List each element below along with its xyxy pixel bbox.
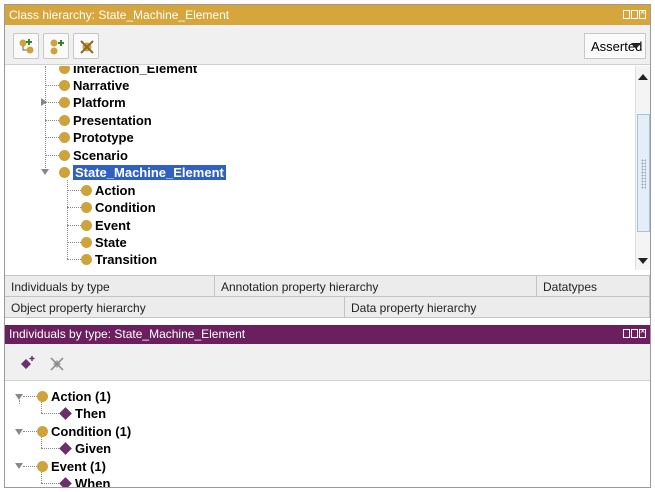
tree-connector xyxy=(67,180,68,259)
add-individual-icon xyxy=(21,356,35,369)
grip-icon xyxy=(641,159,646,189)
collapse-toggle-icon[interactable] xyxy=(15,463,23,469)
window-controls xyxy=(623,326,646,338)
close-view-icon[interactable] xyxy=(639,326,646,338)
delete-class-button[interactable] xyxy=(73,33,99,59)
scrollbar-thumb[interactable] xyxy=(637,114,650,232)
tree-connector xyxy=(67,225,81,226)
add-subclass-button[interactable] xyxy=(13,33,39,59)
class-icon xyxy=(37,426,48,437)
tab-annotation-property-hierarchy[interactable]: Annotation property hierarchy xyxy=(215,276,537,297)
window-controls xyxy=(623,7,646,19)
collapse-toggle-icon[interactable] xyxy=(15,429,23,435)
add-subclass-icon xyxy=(19,39,34,54)
tab-data-property-hierarchy[interactable]: Data property hierarchy xyxy=(345,297,650,318)
tree-connector xyxy=(41,483,59,484)
tree-connector xyxy=(23,396,37,397)
class-icon xyxy=(37,461,48,472)
individuals-title: Individuals by type: State_Machine_Eleme… xyxy=(9,327,246,341)
tree-connector xyxy=(45,155,59,156)
maximize-view-icon[interactable] xyxy=(631,329,638,338)
class-icon xyxy=(81,254,92,265)
individuals-title-bar: Individuals by type: State_Machine_Eleme… xyxy=(5,325,650,344)
tree-node-narrative[interactable]: Narrative xyxy=(59,77,129,94)
tree-node-scenario[interactable]: Scenario xyxy=(59,147,128,164)
tab-individuals-by-type[interactable]: Individuals by type xyxy=(5,276,215,297)
tree-connector xyxy=(45,137,59,138)
float-view-icon[interactable] xyxy=(623,329,630,338)
tree-connector xyxy=(23,431,37,432)
tree-connector xyxy=(41,448,59,449)
tree-node-platform[interactable]: Platform xyxy=(59,94,126,111)
class-icon xyxy=(59,132,70,143)
tree-node-state[interactable]: State xyxy=(81,234,127,251)
class-icon xyxy=(81,185,92,196)
class-icon xyxy=(59,66,70,74)
class-icon xyxy=(37,391,48,402)
chevron-down-icon xyxy=(631,43,641,49)
class-icon xyxy=(59,80,70,91)
float-view-icon[interactable] xyxy=(623,10,630,19)
class-toolbar: Asserted xyxy=(5,25,650,65)
tree-node-presentation[interactable]: Presentation xyxy=(59,112,152,129)
add-individual-button[interactable] xyxy=(13,350,39,376)
class-icon xyxy=(81,202,92,213)
class-icon xyxy=(81,237,92,248)
delete-individual-icon xyxy=(50,357,64,371)
collapse-toggle-icon[interactable] xyxy=(41,169,49,175)
individual-type-action[interactable]: Action (1) xyxy=(37,388,111,405)
tree-node-state-machine-element[interactable]: State_Machine_Element xyxy=(59,164,226,181)
tree-connector xyxy=(23,466,37,467)
tree-connector xyxy=(67,242,81,243)
tree-connector xyxy=(19,400,20,404)
tree-connector xyxy=(45,85,59,86)
class-icon xyxy=(59,167,70,178)
expand-toggle-icon[interactable] xyxy=(41,98,47,106)
tree-connector xyxy=(67,259,81,260)
tree-node-interaction-element[interactable]: Interaction_Element xyxy=(59,66,197,77)
tab-datatypes[interactable]: Datatypes xyxy=(537,276,650,297)
class-icon xyxy=(59,150,70,161)
class-icon xyxy=(59,115,70,126)
individual-type-condition[interactable]: Condition (1) xyxy=(37,423,131,440)
delete-class-icon xyxy=(80,40,94,54)
tree-connector xyxy=(67,207,81,208)
individual-icon xyxy=(59,477,72,487)
tab-object-property-hierarchy[interactable]: Object property hierarchy xyxy=(5,297,345,318)
individual-icon xyxy=(59,442,72,455)
class-icon xyxy=(59,97,70,108)
add-sibling-button[interactable] xyxy=(43,33,69,59)
individuals-tree: Action (1) Then Condition (1) Given Even… xyxy=(5,382,650,487)
tree-connector xyxy=(45,120,59,121)
tree-node-action[interactable]: Action xyxy=(81,182,135,199)
tree-node-transition[interactable]: Transition xyxy=(81,251,157,268)
individual-type-event[interactable]: Event (1) xyxy=(37,458,106,475)
class-tree-scrollbar[interactable] xyxy=(635,66,650,270)
individuals-toolbar xyxy=(5,344,650,381)
tree-connector xyxy=(67,190,81,191)
close-view-icon[interactable] xyxy=(639,7,646,19)
view-mode-select[interactable]: Asserted xyxy=(584,33,646,59)
individual-when[interactable]: When xyxy=(59,475,110,487)
maximize-view-icon[interactable] xyxy=(631,10,638,19)
individual-icon xyxy=(59,407,72,420)
tree-node-condition[interactable]: Condition xyxy=(81,199,156,216)
individual-then[interactable]: Then xyxy=(59,405,106,422)
view-tabs: Individuals by type Annotation property … xyxy=(5,275,650,318)
delete-individual-button[interactable] xyxy=(43,350,69,376)
add-sibling-icon xyxy=(50,39,64,55)
class-hierarchy-title: Class hierarchy: State_Machine_Element xyxy=(9,8,230,22)
scroll-down-icon[interactable] xyxy=(638,258,648,264)
tree-node-prototype[interactable]: Prototype xyxy=(59,129,134,146)
class-icon xyxy=(81,220,92,231)
scroll-up-icon[interactable] xyxy=(638,74,648,80)
class-hierarchy-title-bar: Class hierarchy: State_Machine_Element xyxy=(5,5,650,25)
tree-node-event[interactable]: Event xyxy=(81,217,130,234)
tree-connector xyxy=(45,102,59,103)
tree-connector xyxy=(41,413,59,414)
app-window: Class hierarchy: State_Machine_Element ×… xyxy=(4,4,651,488)
individual-given[interactable]: Given xyxy=(59,440,111,457)
class-tree: Interaction_Element Narrative Platform P… xyxy=(5,66,635,270)
